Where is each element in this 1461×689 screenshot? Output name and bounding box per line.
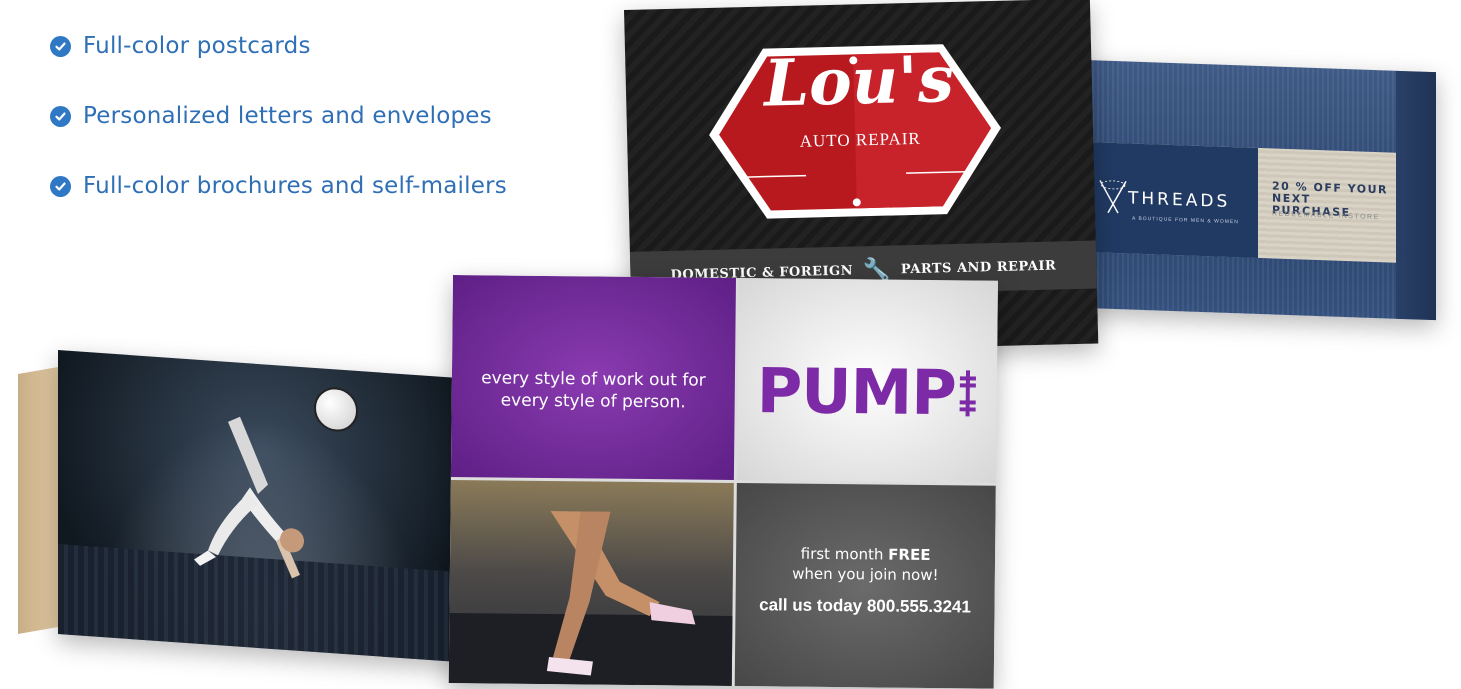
pump-promo-panel: first month FREE when you join now! call… <box>734 482 996 689</box>
feature-item: Full-color postcards <box>50 32 507 60</box>
player-figure <box>194 416 304 579</box>
pump-promo-line2: when you join now! <box>792 564 939 585</box>
pump-logo-text: PUMP <box>756 354 957 430</box>
pump-postcard: every style of work out for every style … <box>448 275 998 689</box>
pump-tagline: every style of work out for every style … <box>452 367 735 414</box>
pump-promo-line1: first month FREE <box>736 543 995 566</box>
check-circle-icon <box>50 175 71 197</box>
feature-item: Full-color brochures and self-mailers <box>50 172 507 200</box>
lous-band-right: PARTS AND REPAIR <box>900 258 1057 277</box>
pump-promo-free: FREE <box>888 545 931 565</box>
pump-tagline-panel: every style of work out for every style … <box>450 275 736 480</box>
lous-title: Lou's <box>763 41 955 122</box>
feature-list: Full-color postcards Personalized letter… <box>50 32 507 242</box>
threads-tagline: A BOUTIQUE FOR MEN & WOMEN <box>1132 215 1239 226</box>
feature-label: Full-color brochures and self-mailers <box>83 173 507 199</box>
needle-icon <box>1099 180 1127 214</box>
dumbbell-icon <box>959 370 976 417</box>
pump-photo-panel <box>448 479 734 686</box>
pump-tagline-line2: every style of person. <box>500 390 686 413</box>
pump-logo: PUMP <box>737 354 997 430</box>
threads-logo: THREADS <box>1128 188 1231 212</box>
feature-label: Personalized letters and envelopes <box>83 103 492 129</box>
check-circle-icon <box>50 35 71 57</box>
feature-label: Full-color postcards <box>83 33 311 59</box>
pump-promo-prefix: first month <box>800 544 889 564</box>
soccer-card <box>58 350 466 663</box>
pump-tagline-line1: every style of work out for <box>481 368 706 391</box>
card-fold <box>1396 70 1436 321</box>
pump-logo-panel: PUMP <box>736 277 998 483</box>
runner-legs <box>546 511 696 676</box>
threads-logo-box: THREADS A BOUTIQUE FOR MEN & WOMEN <box>1082 141 1258 258</box>
pump-phone: call us today 800.555.3241 <box>759 595 971 617</box>
threads-postcard: THREADS A BOUTIQUE FOR MEN & WOMEN 20 % … <box>1082 59 1436 321</box>
feature-item: Personalized letters and envelopes <box>50 102 507 130</box>
check-circle-icon <box>50 105 71 127</box>
threads-banner: THREADS A BOUTIQUE FOR MEN & WOMEN 20 % … <box>1082 141 1396 263</box>
pump-promo: first month FREE when you join now! <box>736 543 995 586</box>
